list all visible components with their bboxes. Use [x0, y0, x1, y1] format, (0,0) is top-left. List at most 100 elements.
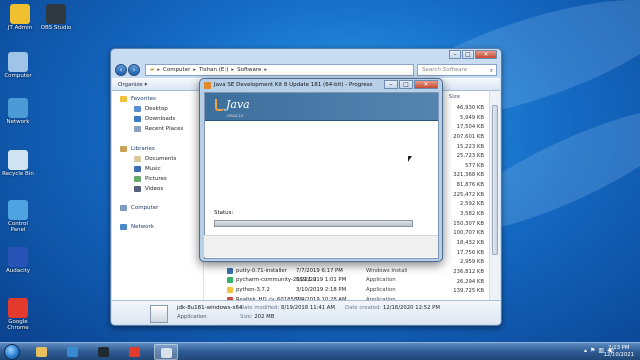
breadcrumb-folder[interactable]: Software [237, 67, 261, 73]
desktop-icon-recycle-bin[interactable]: Recycle Bin [0, 150, 36, 177]
chrome-icon [129, 347, 140, 357]
obs-studio-icon [46, 4, 66, 24]
java-logo: Java [215, 98, 250, 111]
table-row[interactable]: putty-0.71-installer 7/7/2019 6:17 PM Wind… [205, 266, 488, 276]
desktop-icon-jt-admin[interactable]: JT Admin [2, 4, 38, 31]
desktop-icon-google-chrome[interactable]: Google Chrome [0, 298, 36, 331]
coffee-cup-icon [215, 98, 224, 111]
scrollbar-thumb[interactable] [492, 105, 498, 255]
date-created-value: 12/16/2020 12:52 PM [383, 305, 440, 311]
maximize-button[interactable]: □ [462, 50, 474, 59]
folder-icon: ▰ [150, 66, 155, 73]
desktop-icon-network[interactable]: Network [0, 98, 36, 125]
selected-file-name: jdk-8u181-windows-x64 [177, 305, 243, 311]
google-chrome-icon [8, 298, 28, 318]
java-banner: Java ORACLE [205, 93, 438, 121]
forward-button[interactable]: › [128, 63, 140, 76]
window-caption[interactable] [111, 49, 501, 61]
date-modified-label: Date modified: [240, 305, 280, 311]
flag-icon[interactable]: ⚑ [590, 347, 595, 354]
nav-label: Libraries [131, 146, 155, 152]
nav-label: Recent Places [145, 126, 184, 132]
installer-icon [161, 348, 172, 358]
search-placeholder: Search Software [422, 66, 468, 73]
minimize-button[interactable]: – [449, 50, 461, 59]
size-value: 202 MB [254, 314, 275, 320]
nav-libraries[interactable]: Libraries [120, 146, 155, 152]
column-header-size[interactable]: Size [449, 94, 460, 100]
network-icon [8, 98, 28, 118]
downloads-icon [134, 116, 141, 122]
installer-progress-dialog[interactable]: Java SE Development Kit 8 Update 181 (64… [199, 78, 443, 262]
file-type: Application [366, 277, 396, 284]
file-date: 7/7/2019 6:17 PM [296, 267, 343, 274]
breadcrumb[interactable]: ▰ ▸ Computer ▸ Tishan (E:) ▸ Software ▸ [145, 63, 414, 76]
start-button[interactable] [4, 344, 20, 360]
file-icon [227, 287, 233, 294]
desktop-icon-audacity[interactable]: Audacity [0, 247, 36, 274]
nav-label: Downloads [145, 116, 176, 122]
java-logo-text: Java [226, 98, 250, 111]
date-modified-value: 8/19/2018 11:41 AM [281, 305, 336, 311]
media-icon [67, 347, 78, 357]
nav-item-music[interactable]: Music [134, 166, 161, 172]
close-button[interactable]: ✕ [475, 50, 497, 59]
vertical-scrollbar[interactable] [489, 91, 500, 301]
selected-file-type: Application [177, 314, 207, 320]
minimize-button[interactable]: – [384, 80, 398, 89]
desktop-icon [134, 106, 141, 112]
search-input[interactable]: Search Software ⌕ [417, 63, 497, 76]
back-button[interactable]: ‹ [115, 63, 127, 76]
clock[interactable]: 2:13 PM 12/10/2021 [603, 345, 634, 358]
address-area: ‹ › ▰ ▸ Computer ▸ Tishan (E:) ▸ Software ▸ … [115, 62, 497, 77]
nav-network[interactable]: Network [120, 224, 154, 230]
taskbar-button-chrome[interactable] [123, 344, 147, 360]
nav-item-documents[interactable]: Documents [134, 156, 176, 162]
organize-button[interactable]: Organize ▾ [118, 82, 147, 88]
nav-label: Music [145, 166, 161, 172]
nav-computer[interactable]: Computer [120, 205, 158, 211]
breadcrumb-computer[interactable]: Computer [163, 67, 190, 73]
desktop-icon-obs-studio[interactable]: OBS Studio [38, 4, 74, 31]
nav-label: Favorites [131, 96, 156, 102]
nav-label: Desktop [145, 106, 168, 112]
nav-item-videos[interactable]: Videos [134, 186, 163, 192]
navigation-pane: Favorites Desktop Downloads Recent Place… [112, 91, 204, 301]
nav-favorites[interactable]: Favorites [120, 96, 156, 102]
table-row[interactable]: pycharm-community-2019.1.2 5/22/2019 1:01… [205, 276, 488, 286]
close-button[interactable]: ✕ [414, 80, 438, 89]
desktop-icon-control-panel[interactable]: Control Panel [0, 200, 36, 233]
dialog-title: Java SE Development Kit 8 Update 181 (64… [214, 82, 373, 88]
documents-icon [134, 156, 141, 162]
date-modified: Date modified: 8/19/2018 11:41 AM [240, 305, 335, 311]
dialog-body: Java ORACLE Status: [204, 92, 439, 259]
dialog-controls: – □ ✕ [383, 80, 438, 89]
taskbar-button-obs[interactable] [92, 344, 116, 360]
jt-admin-icon [10, 4, 30, 24]
control-panel-icon [8, 200, 28, 220]
nav-label: Documents [145, 156, 177, 162]
nav-label: Computer [131, 205, 159, 211]
details-pane: jdk-8u181-windows-x64 Application Date m… [112, 300, 500, 324]
nav-label: Videos [145, 186, 164, 192]
search-icon: ⌕ [489, 67, 493, 74]
taskbar-button-installer[interactable] [154, 344, 178, 360]
nav-item-desktop[interactable]: Desktop [134, 106, 168, 112]
desktop-icon-computer[interactable]: Computer [0, 52, 36, 79]
table-row[interactable]: python-3.7.2 3/10/2019 2:18 PM Application [205, 285, 488, 295]
progress-bar [214, 220, 413, 227]
mouse-cursor [408, 156, 412, 162]
nav-item-pictures[interactable]: Pictures [134, 176, 167, 182]
nav-item-recent[interactable]: Recent Places [134, 126, 183, 132]
desktop-icon-label: Audacity [5, 268, 31, 274]
taskbar-button-explorer[interactable] [30, 344, 54, 360]
show-hidden-icons[interactable]: ▴ [584, 347, 587, 354]
breadcrumb-drive[interactable]: Tishan (E:) [199, 67, 228, 73]
maximize-button[interactable]: □ [399, 80, 413, 89]
music-icon [134, 166, 141, 172]
obs-icon [98, 347, 109, 357]
file-icon [227, 267, 233, 274]
taskbar-button-media[interactable] [61, 344, 85, 360]
desktop-icon-label: Google Chrome [7, 319, 29, 331]
nav-item-downloads[interactable]: Downloads [134, 116, 175, 122]
